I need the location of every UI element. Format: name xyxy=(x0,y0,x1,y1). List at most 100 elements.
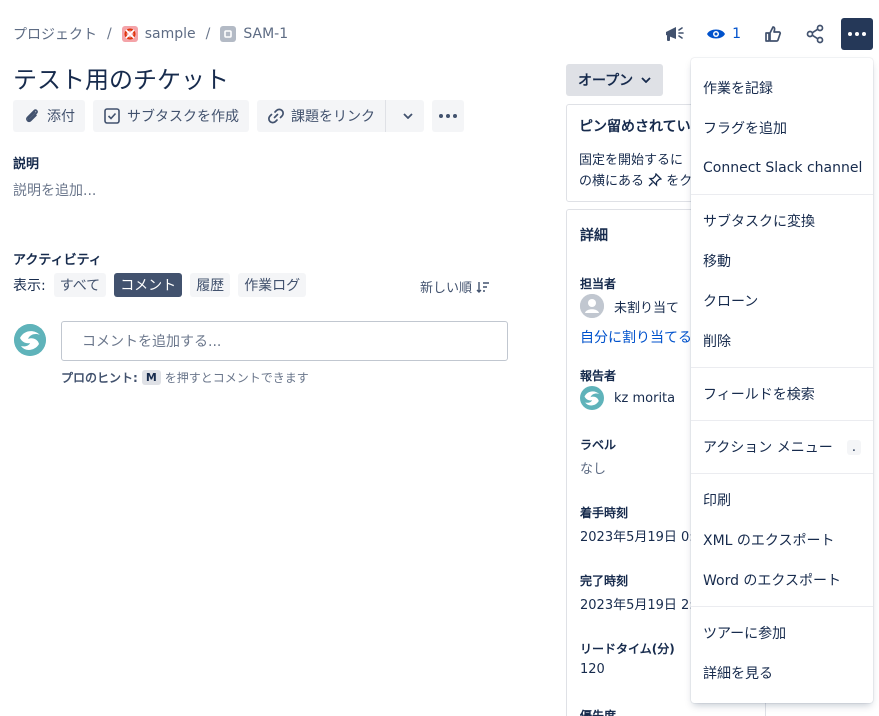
menu-action-menu[interactable]: アクション メニュー . xyxy=(691,427,873,467)
menu-delete[interactable]: 削除 xyxy=(691,321,873,361)
current-user-avatar xyxy=(14,324,46,356)
done-time-value[interactable]: 2023年5月19日 2:0 xyxy=(580,594,702,613)
assignee-field[interactable]: 未割り当て xyxy=(580,294,679,318)
menu-export-xml[interactable]: XML のエクスポート xyxy=(691,520,873,560)
create-subtask-button[interactable]: サブタスクを作成 xyxy=(93,100,249,132)
details-heading[interactable]: 詳細 xyxy=(580,225,608,245)
activity-heading: アクティビティ xyxy=(13,253,102,268)
link-issue-button[interactable]: 課題をリンク xyxy=(257,100,386,132)
issue-type-icon xyxy=(220,26,237,42)
link-issue-dropdown[interactable] xyxy=(392,100,424,132)
pro-tip-text: を押すとコメントできます xyxy=(164,371,309,385)
watch-button[interactable]: 1 xyxy=(700,18,747,50)
activity-filter-history[interactable]: 履歴 xyxy=(190,273,231,297)
activity-filter-bar: 表示: すべて コメント 履歴 作業ログ xyxy=(13,273,307,297)
link-issue-label: 課題をリンク xyxy=(291,109,375,125)
project-icon xyxy=(121,26,138,42)
menu-divider xyxy=(691,473,873,474)
breadcrumb-project-name: sample xyxy=(144,26,196,42)
menu-action-menu-label: アクション メニュー xyxy=(703,440,833,456)
activity-filter-worklog[interactable]: 作業ログ xyxy=(238,273,307,297)
share-button[interactable] xyxy=(799,18,831,50)
breadcrumb-separator: / xyxy=(107,26,112,42)
start-time-label: 着手時刻 xyxy=(580,506,629,520)
activity-sort-button[interactable]: 新しい順 xyxy=(420,277,490,296)
assign-to-me-link[interactable]: 自分に割り当てる xyxy=(580,327,692,347)
menu-divider xyxy=(691,606,873,607)
pro-tip-label: プロのヒント: xyxy=(61,371,138,385)
menu-action-menu-shortcut: . xyxy=(846,439,861,455)
breadcrumb-issue-key: SAM-1 xyxy=(243,26,289,42)
more-icon xyxy=(848,32,866,36)
share-icon xyxy=(806,24,824,44)
breadcrumb-separator: / xyxy=(205,26,211,42)
more-actions-button[interactable] xyxy=(841,18,873,50)
pinned-help-suffix: をク xyxy=(666,174,693,189)
assignee-value: 未割り当て xyxy=(614,300,680,316)
menu-add-flag[interactable]: フラグを追加 xyxy=(691,108,873,148)
priority-label: 優先度 xyxy=(580,709,617,716)
vote-button[interactable] xyxy=(757,18,789,50)
reporter-value: kz morita xyxy=(614,390,676,406)
lead-time-value[interactable]: 120 xyxy=(580,662,605,677)
breadcrumb-project[interactable]: sample xyxy=(121,26,196,42)
breadcrumb-projects[interactable]: プロジェクト xyxy=(13,24,97,44)
link-icon xyxy=(268,108,284,124)
lead-time-label: リードタイム(分) xyxy=(580,642,675,656)
add-comment-input[interactable]: コメントを追加する... xyxy=(61,321,508,361)
start-time-value[interactable]: 2023年5月19日 0:0 xyxy=(580,526,702,545)
done-time-label: 完了時刻 xyxy=(580,574,629,588)
activity-sort-label: 新しい順 xyxy=(420,281,473,296)
comment-pro-tip: プロのヒント: M を押すとコメントできます xyxy=(61,369,309,386)
thumbs-up-icon xyxy=(765,26,782,42)
sort-icon xyxy=(476,281,490,293)
labels-value[interactable]: なし xyxy=(580,458,606,477)
issue-header-actions: 1 xyxy=(648,18,873,50)
reporter-field[interactable]: kz morita xyxy=(580,386,675,410)
watch-count: 1 xyxy=(732,26,741,42)
menu-convert-subtask[interactable]: サブタスクに変換 xyxy=(691,201,873,241)
menu-divider xyxy=(691,420,873,421)
menu-connect-slack[interactable]: Connect Slack channel xyxy=(691,148,873,188)
more-issue-actions-button[interactable] xyxy=(432,100,464,132)
pinned-help-prefix: の横にある xyxy=(579,174,645,189)
activity-filter-all[interactable]: すべて xyxy=(53,273,107,297)
breadcrumb-issue[interactable]: SAM-1 xyxy=(220,26,288,42)
status-label: オープン xyxy=(578,73,634,89)
pro-tip-shortcut-key: M xyxy=(141,370,161,385)
menu-divider xyxy=(691,194,873,195)
unassigned-avatar xyxy=(580,294,604,318)
more-icon xyxy=(439,114,457,118)
reporter-avatar xyxy=(580,386,604,410)
menu-divider xyxy=(691,367,873,368)
issue-title[interactable]: テスト用のチケット xyxy=(13,60,229,95)
breadcrumb: プロジェクト / sample / SAM-1 xyxy=(13,22,288,46)
description-editor[interactable]: 説明を追加... xyxy=(13,180,96,200)
menu-move[interactable]: 移動 xyxy=(691,241,873,281)
menu-take-tour[interactable]: ツアーに参加 xyxy=(691,613,873,653)
menu-clone[interactable]: クローン xyxy=(691,281,873,321)
create-subtask-label: サブタスクを作成 xyxy=(127,109,239,125)
feedback-button[interactable] xyxy=(658,18,690,50)
chevron-down-icon xyxy=(403,113,413,119)
menu-find-field[interactable]: フィールドを検索 xyxy=(691,374,873,414)
paperclip-icon xyxy=(26,109,38,123)
labels-label: ラベル xyxy=(580,438,617,452)
menu-export-word[interactable]: Word のエクスポート xyxy=(691,560,873,600)
activity-filter-comments[interactable]: コメント xyxy=(114,273,183,297)
link-issue-split-button: 課題をリンク xyxy=(257,100,424,132)
menu-log-work[interactable]: 作業を記録 xyxy=(691,68,873,108)
activity-show-label: 表示: xyxy=(13,278,46,294)
reporter-label: 報告者 xyxy=(580,369,617,383)
eye-icon xyxy=(707,29,726,39)
description-heading: 説明 xyxy=(13,157,40,172)
menu-see-details[interactable]: 詳細を見る xyxy=(691,653,873,693)
menu-print[interactable]: 印刷 xyxy=(691,480,873,520)
attach-button[interactable]: 添付 xyxy=(13,100,85,132)
issue-actions: 添付 サブタスクを作成 課題をリンク xyxy=(13,100,464,132)
status-transition-button[interactable]: オープン xyxy=(566,64,664,96)
subtask-icon xyxy=(104,108,120,124)
megaphone-icon xyxy=(666,27,684,41)
assignee-label: 担当者 xyxy=(580,277,617,291)
attach-label: 添付 xyxy=(47,109,75,125)
